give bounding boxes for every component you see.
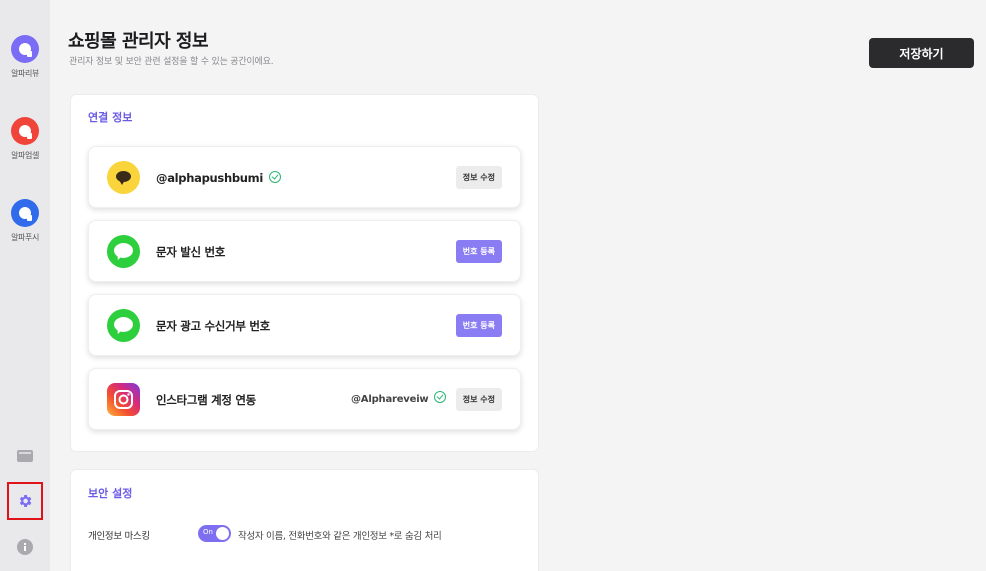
info-icon[interactable] [0, 535, 50, 559]
verified-check-icon [268, 171, 281, 183]
page-subtitle: 관리자 정보 및 보안 관련 설정을 할 수 있는 공간이에요. [69, 57, 274, 67]
register-number-button[interactable]: 번호 등록 [455, 240, 502, 263]
instagram-icon [107, 383, 140, 416]
section-title: 보안 설정 [88, 487, 133, 500]
app-label: 알파리뷰 [11, 69, 39, 78]
section-title: 연결 정보 [88, 111, 133, 124]
edit-info-button[interactable]: 정보 수정 [455, 166, 502, 189]
connection-card-sms-optout: 문자 광고 수신거부 번호 번호 등록 [88, 294, 521, 356]
alpha-upsell-logo-icon [11, 117, 39, 145]
masking-description: 작성자 이름, 전화번호와 같은 개인정보 *로 숨김 처리 [238, 531, 442, 542]
card-label: 인스타그램 계정 연동 [156, 393, 256, 407]
sidebar-app-alpha-push[interactable]: 알파푸시 [0, 199, 50, 243]
card-label: 문자 발신 번호 [156, 245, 226, 259]
verified-check-icon [434, 391, 447, 403]
card-label: @alphapushbumi [156, 147, 281, 209]
sidebar-app-alpha-review[interactable]: 알파리뷰 [0, 35, 50, 79]
app-label: 알파푸시 [11, 233, 39, 242]
alpha-review-logo-icon [11, 35, 39, 63]
save-button[interactable]: 저장하기 [869, 38, 974, 68]
message-icon [107, 309, 140, 342]
page-title: 쇼핑몰 관리자 정보 [68, 31, 209, 52]
connection-card-sms-sender: 문자 발신 번호 번호 등록 [88, 220, 521, 282]
card-label: 문자 광고 수신거부 번호 [156, 319, 270, 333]
message-icon [107, 235, 140, 268]
sidebar: 알파리뷰 알파업셀 알파푸시 [0, 0, 50, 571]
app-label: 알파업셀 [11, 151, 39, 160]
settings-highlight-box [7, 482, 43, 520]
alpha-push-logo-icon [11, 199, 39, 227]
sidebar-app-alpha-upsell[interactable]: 알파업셀 [0, 117, 50, 161]
toggle-text: On [203, 528, 213, 536]
folder-icon[interactable] [0, 444, 50, 468]
instagram-account: @Alphareveiw [351, 369, 447, 431]
edit-info-button[interactable]: 정보 수정 [455, 388, 502, 411]
register-number-button[interactable]: 번호 등록 [455, 314, 502, 337]
masking-toggle[interactable]: On [198, 525, 231, 542]
security-panel: 보안 설정 개인정보 마스킹 On 작성자 이름, 전화번호와 같은 개인정보 … [70, 469, 539, 571]
masking-label: 개인정보 마스킹 [88, 531, 150, 542]
connection-card-kakao: @alphapushbumi 정보 수정 [88, 146, 521, 208]
connection-card-instagram: 인스타그램 계정 연동 @Alphareveiw 정보 수정 [88, 368, 521, 430]
kakaotalk-icon [107, 161, 140, 194]
toggle-knob [216, 527, 229, 540]
connection-panel: 연결 정보 @alphapushbumi 정보 수정 문자 발신 번호 번호 등… [70, 94, 539, 452]
